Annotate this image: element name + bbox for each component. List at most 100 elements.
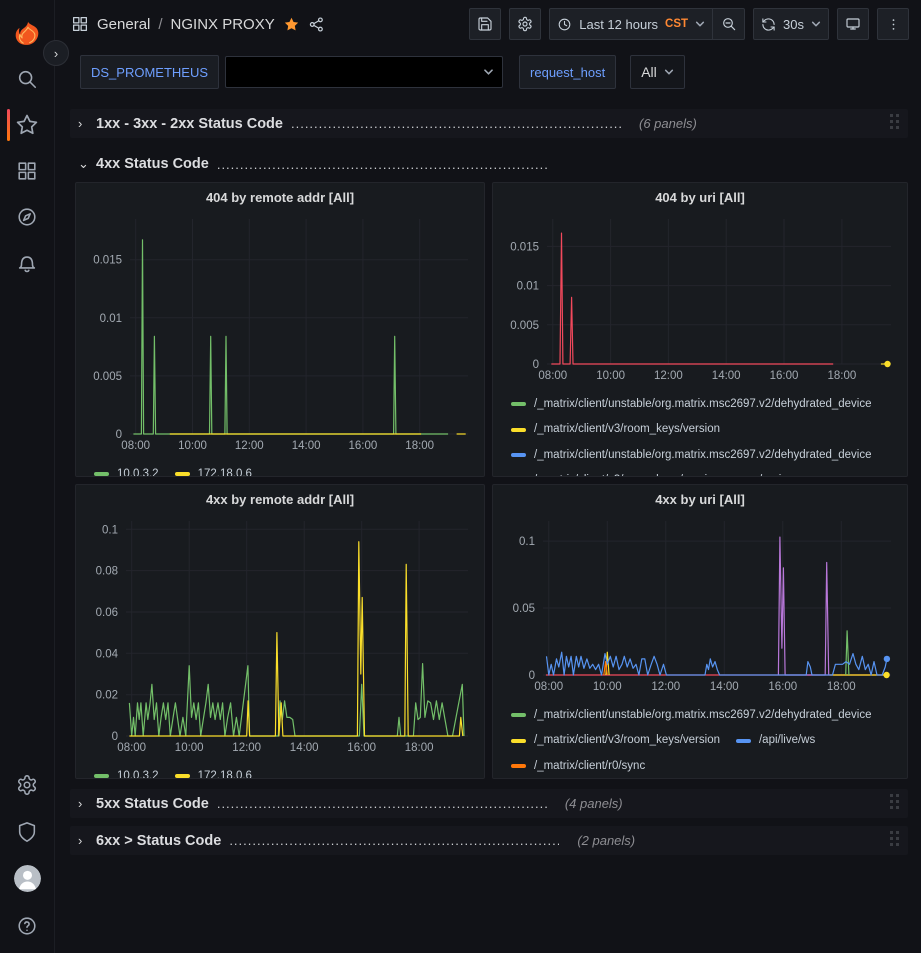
tv-mode-button[interactable] [837, 8, 869, 40]
legend-label: 172.18.0.6 [198, 765, 252, 779]
chevron-down-icon: ⌄ [78, 156, 88, 172]
legend-color-dash [511, 739, 526, 743]
breadcrumb-separator: / [158, 16, 162, 33]
save-dashboard-button[interactable] [469, 8, 501, 40]
variable-label-ds-prometheus[interactable]: DS_PROMETHEUS [80, 55, 219, 89]
svg-text:0.01: 0.01 [100, 313, 122, 325]
share-icon[interactable] [308, 16, 325, 33]
legend-item[interactable]: /_matrix/client/unstable/org.matrix.msc2… [511, 393, 872, 416]
legend-item[interactable]: /sw.js [736, 469, 787, 476]
svg-text:0.06: 0.06 [96, 607, 118, 619]
star-icon [15, 113, 39, 137]
breadcrumb-folder[interactable]: General [97, 16, 150, 33]
svg-text:12:00: 12:00 [654, 370, 683, 382]
svg-text:12:00: 12:00 [232, 742, 261, 754]
shield-icon [16, 821, 38, 843]
svg-text:0.08: 0.08 [96, 566, 118, 578]
legend-item[interactable]: /_matrix/client/v3/room_keys/version [511, 418, 720, 441]
legend-label: /api/live/ws [759, 729, 815, 752]
svg-text:18:00: 18:00 [405, 440, 434, 452]
refresh-picker[interactable]: 30s [753, 8, 829, 40]
sidebar-item-profile[interactable] [0, 855, 55, 902]
help-icon [16, 915, 38, 937]
row-header-5xx[interactable]: › 5xx Status Code ......................… [70, 789, 908, 818]
sidebar-item-configuration[interactable] [0, 761, 55, 808]
panel-4xx-by-uri: 4xx by uri [All] 08:0010:0012:0014:0016:… [492, 484, 908, 779]
favorite-star-icon[interactable] [283, 16, 300, 33]
variable-value-request-host[interactable]: All [630, 55, 685, 89]
panel-title[interactable]: 404 by uri [All] [493, 183, 907, 212]
svg-text:18:00: 18:00 [828, 370, 857, 382]
breadcrumb-dashboard[interactable]: NGINX PROXY [171, 16, 275, 33]
row-header-1xx-3xx-2xx[interactable]: › 1xx - 3xx - 2xx Status Code ..........… [70, 109, 908, 138]
row-leader-dots: ........................................… [217, 157, 547, 172]
svg-text:12:00: 12:00 [651, 681, 680, 693]
legend-item[interactable]: 10.0.3.2 [94, 765, 159, 779]
legend-label: /_matrix/client/unstable/org.matrix.msc2… [534, 704, 872, 727]
chevron-down-icon [664, 68, 674, 76]
legend-item[interactable]: /_matrix/client/unstable/org.matrix.msc2… [511, 704, 872, 727]
legend-item[interactable]: 10.0.3.2 [94, 463, 159, 477]
svg-text:0.015: 0.015 [510, 241, 539, 253]
sidebar-item-alerting[interactable] [0, 240, 55, 286]
row-title: 4xx Status Code [96, 156, 209, 172]
timeseries-plot[interactable]: 08:0010:0012:0014:0016:0018:0000.020.040… [82, 514, 478, 756]
time-range-picker[interactable]: Last 12 hours CST [549, 8, 713, 40]
row-header-6xx[interactable]: › 6xx > Status Code ....................… [70, 826, 908, 855]
legend-item[interactable]: /_matrix/client/v3/room_keys/version [511, 729, 720, 752]
sidebar-item-starred[interactable] [0, 102, 55, 148]
row-drag-handle[interactable] [889, 793, 900, 815]
row-drag-handle[interactable] [889, 830, 900, 852]
panel-title[interactable]: 404 by remote addr [All] [76, 183, 484, 212]
svg-text:0: 0 [533, 359, 539, 371]
legend-item[interactable]: 172.18.0.6 [175, 463, 252, 477]
chart-404-by-uri[interactable]: 08:0010:0012:0014:0016:0018:0000.0050.01… [499, 212, 901, 389]
refresh-icon [761, 17, 776, 32]
chevron-right-icon: › [78, 116, 88, 131]
sidebar-item-explore[interactable] [0, 194, 55, 240]
sidebar-expand-button[interactable]: › [43, 40, 69, 66]
svg-text:0.015: 0.015 [93, 255, 122, 267]
svg-text:0: 0 [529, 670, 535, 682]
sidebar-bottom [0, 761, 55, 953]
panel-title[interactable]: 4xx by uri [All] [493, 485, 907, 514]
timeseries-plot[interactable]: 08:0010:0012:0014:0016:0018:0000.0050.01… [499, 212, 901, 384]
panel-title[interactable]: 4xx by remote addr [All] [76, 485, 484, 514]
svg-text:0.005: 0.005 [510, 320, 539, 332]
svg-text:16:00: 16:00 [770, 370, 799, 382]
kebab-menu-button[interactable] [877, 8, 909, 40]
svg-text:0.005: 0.005 [93, 371, 122, 383]
timeseries-plot[interactable]: 08:0010:0012:0014:0016:0018:0000.0050.01… [82, 212, 478, 454]
breadcrumb: General / NGINX PROXY [71, 15, 325, 33]
variable-label-request-host[interactable]: request_host [519, 55, 616, 89]
legend-item[interactable]: /_matrix/client/r0/sync [511, 755, 645, 778]
panel-4xx-by-remote-addr: 4xx by remote addr [All] 08:0010:0012:00… [75, 484, 485, 779]
legend-color-dash [94, 472, 109, 476]
sidebar-item-dashboards[interactable] [0, 148, 55, 194]
row-drag-handle[interactable] [889, 113, 900, 135]
legend-item[interactable]: /_matrix/client/unstable/org.matrix.msc2… [511, 444, 872, 467]
chevron-right-icon: › [78, 796, 88, 811]
panel-legend: /_matrix/client/unstable/org.matrix.msc2… [499, 700, 901, 778]
chart-4xx-by-uri[interactable]: 08:0010:0012:0014:0016:0018:0000.050.1 [499, 514, 901, 700]
chart-404-by-remote-addr[interactable]: 08:0010:0012:0014:0016:0018:0000.0050.01… [82, 212, 478, 459]
row-leader-dots: ........................................… [291, 116, 621, 131]
zoom-out-time-button[interactable] [713, 8, 745, 40]
svg-text:14:00: 14:00 [710, 681, 739, 693]
sidebar-item-help[interactable] [0, 902, 55, 949]
dashboard-settings-button[interactable] [509, 8, 541, 40]
variable-value-ds-prometheus[interactable] [225, 56, 503, 88]
timeseries-plot[interactable]: 08:0010:0012:0014:0016:0018:0000.050.1 [499, 514, 901, 695]
sidebar-item-search[interactable] [0, 56, 55, 102]
panel-404-by-remote-addr: 404 by remote addr [All] 08:0010:0012:00… [75, 182, 485, 477]
legend-color-dash [175, 774, 190, 778]
sidebar-item-server-admin[interactable] [0, 808, 55, 855]
row-header-4xx[interactable]: ⌄ 4xx Status Code ......................… [70, 152, 908, 176]
legend-item[interactable]: /api/live/ws [736, 729, 815, 752]
chart-4xx-by-remote-addr[interactable]: 08:0010:0012:0014:0016:0018:0000.020.040… [82, 514, 478, 761]
svg-text:10:00: 10:00 [593, 681, 622, 693]
legend-item[interactable]: /_matrix/client/v3/room_keys/version [511, 469, 720, 476]
panel-404-by-uri: 404 by uri [All] 08:0010:0012:0014:0016:… [492, 182, 908, 477]
sidebar: › [0, 0, 55, 953]
legend-item[interactable]: 172.18.0.6 [175, 765, 252, 779]
